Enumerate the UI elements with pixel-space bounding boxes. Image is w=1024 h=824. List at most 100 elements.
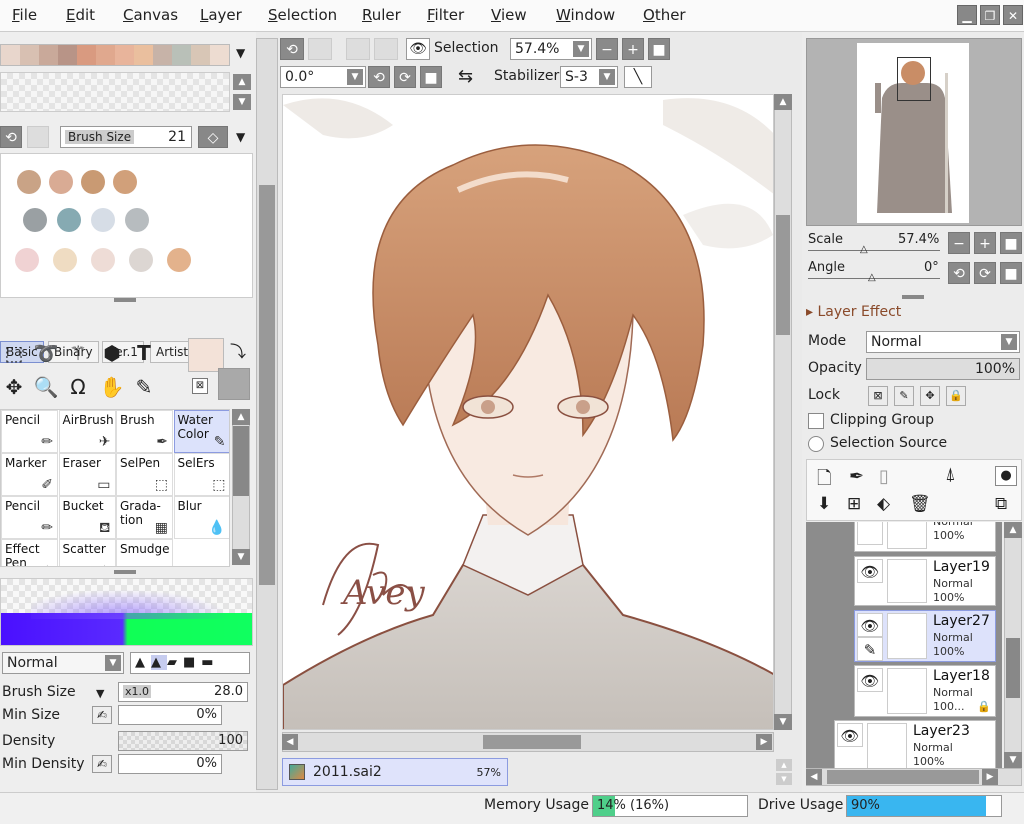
pressure-icon[interactable]: ✍ — [92, 755, 112, 773]
menu-other[interactable]: Other — [643, 6, 686, 24]
merge-down-icon[interactable]: ⊞ — [847, 494, 861, 514]
zoom-out-disabled-icon[interactable] — [374, 38, 398, 60]
restore-button[interactable]: ❐ — [980, 5, 1000, 25]
scale-slider[interactable] — [808, 250, 940, 251]
lock-all-icon[interactable]: 🔒 — [946, 386, 966, 406]
menu-selection[interactable]: Selection — [268, 6, 337, 24]
scroll-up-button[interactable]: ▲ — [774, 94, 792, 110]
brush-selpen[interactable]: SelPen ⬚ — [116, 453, 173, 496]
document-tab[interactable]: 2011.sai2 57% — [282, 758, 508, 786]
slider-thumb-icon[interactable]: △ — [868, 272, 876, 283]
nav-rotate-left-button[interactable]: ⟲ — [948, 262, 970, 284]
new-layer-icon[interactable]: 🗋 — [817, 466, 831, 496]
splitter-handle[interactable] — [114, 298, 136, 302]
soft-triangle-tip-icon[interactable]: ▲ — [151, 655, 167, 670]
palette-color[interactable] — [172, 45, 191, 65]
color-swatch[interactable] — [91, 248, 115, 272]
trash-icon[interactable]: 🗑 — [909, 494, 931, 514]
color-swatch[interactable] — [129, 248, 153, 272]
chevron-down-icon[interactable]: ▼ — [236, 130, 245, 144]
scroll-right-button[interactable]: ▶ — [756, 734, 772, 750]
scroll-left-button[interactable]: ◀ — [806, 769, 822, 785]
scroll-right-button[interactable]: ▶ — [982, 769, 998, 785]
layer-item[interactable]: 👁 Layer23 Normal 100% — [834, 720, 996, 768]
color-swatch[interactable] — [57, 208, 81, 232]
layer-item[interactable]: Normal100% — [854, 522, 996, 552]
magic-wand-icon[interactable]: ⚚ — [64, 339, 92, 367]
new-pen-layer-icon[interactable]: ✒ — [849, 466, 864, 487]
scroll-down-button[interactable]: ▼ — [233, 94, 251, 110]
brush-pencil2[interactable]: Pencil ✏ — [1, 496, 58, 539]
menu-canvas[interactable]: Canvas — [123, 6, 178, 24]
canvas-horizontal-scrollbar[interactable] — [282, 732, 774, 752]
brush-shape-selector[interactable]: ▲▲▰■▬ — [130, 652, 250, 674]
blend-mode-select[interactable]: Normal ▼ — [2, 652, 124, 674]
brush-size-slider[interactable]: x1.0 28.0 — [118, 682, 248, 702]
undo-icon[interactable]: ⟲ — [0, 126, 22, 148]
close-button[interactable]: ✕ — [1003, 5, 1023, 25]
square-tip-icon[interactable]: ■ — [183, 655, 201, 670]
brush-marker[interactable]: Marker ✐ — [1, 453, 58, 496]
density-slider[interactable]: 100 — [118, 731, 248, 751]
canvas-vertical-scrollbar[interactable] — [774, 94, 792, 730]
color-palette-strip[interactable] — [0, 44, 230, 66]
rotate-reset-button[interactable]: ■ — [420, 66, 442, 88]
color-swatch[interactable] — [49, 170, 73, 194]
brush-scatter[interactable]: Scatter ✦ — [58, 539, 116, 566]
layer-edit-pencil-icon[interactable]: ✎ — [857, 637, 883, 661]
chevron-down-icon[interactable]: ▼ — [236, 46, 245, 60]
hand-icon[interactable]: ✋ — [98, 373, 126, 401]
color-swatch[interactable] — [113, 170, 137, 194]
nav-zoom-out-button[interactable]: − — [948, 232, 970, 254]
brush-scrollbar[interactable] — [232, 409, 250, 565]
selection-source-radio[interactable] — [808, 436, 824, 452]
brush-effect-pen[interactable]: Effect Pen✧ — [1, 539, 58, 566]
minimize-button[interactable]: ▁ — [957, 5, 977, 25]
lock-transparency-icon[interactable]: ⊠ — [868, 386, 888, 406]
clear-layer-icon[interactable]: ⬖ — [877, 494, 890, 514]
transfer-down-icon[interactable]: ⬇ — [817, 494, 831, 514]
palette-color[interactable] — [115, 45, 134, 65]
menu-layer[interactable]: Layer — [200, 6, 242, 24]
layer-effects-icon[interactable]: ⍋ — [945, 464, 956, 485]
brush-airbrush[interactable]: AirBrush ✈ — [58, 410, 116, 453]
eye-icon[interactable]: 👁 — [406, 38, 430, 60]
swap-colors-icon[interactable]: ⤵ — [230, 338, 246, 362]
palette-color[interactable] — [134, 45, 153, 65]
flat-tip-icon[interactable]: ▬ — [201, 655, 219, 670]
palette-color[interactable] — [96, 45, 115, 65]
lock-move-icon[interactable]: ✥ — [920, 386, 940, 406]
splitter-handle[interactable] — [902, 295, 924, 299]
palette-color[interactable] — [1, 45, 20, 65]
redo-icon[interactable] — [308, 38, 332, 60]
rotate-right-button[interactable]: ⟳ — [394, 66, 416, 88]
zoom-icon[interactable]: 🔍 — [32, 373, 60, 401]
tab-scroll-down-button[interactable]: ▼ — [776, 773, 792, 785]
eraser-toggle-icon[interactable]: ◇ — [198, 126, 228, 148]
layer-visibility-eye-icon[interactable]: 👁 — [857, 668, 883, 692]
color-swatch[interactable] — [81, 170, 105, 194]
scroll-up-button[interactable]: ▲ — [233, 74, 251, 90]
layer-settings-icon[interactable]: ⧉ — [995, 494, 1007, 514]
menu-window[interactable]: Window — [556, 6, 615, 24]
palette-color[interactable] — [210, 45, 229, 65]
color-swatch[interactable] — [17, 170, 41, 194]
min-size-slider[interactable]: 0% — [118, 705, 222, 725]
pressure-icon[interactable]: ✍ — [92, 706, 112, 724]
line-tool-icon[interactable]: ╲ — [624, 66, 652, 88]
stabilizer-select[interactable]: S-3 ▼ — [560, 66, 618, 88]
zoom-in-button[interactable]: + — [622, 38, 644, 60]
flip-icon[interactable]: ⇆ — [458, 66, 473, 87]
scroll-down-button[interactable]: ▼ — [1004, 752, 1022, 768]
palette-color[interactable] — [58, 45, 77, 65]
layer-effect-toggle[interactable]: ▸ Layer Effect — [806, 304, 901, 320]
navigator-preview[interactable] — [806, 38, 1022, 226]
canvas-left-scrollbar[interactable] — [256, 38, 278, 790]
chevron-down-icon[interactable]: ▼ — [1001, 334, 1017, 350]
chevron-down-icon[interactable]: ▼ — [599, 69, 615, 85]
new-folder-icon[interactable]: ▯ — [879, 466, 889, 487]
palette-color[interactable] — [153, 45, 172, 65]
zoom-reset-button[interactable]: ■ — [648, 38, 670, 60]
artwork-canvas[interactable]: Avey — [282, 94, 774, 730]
menu-file[interactable]: File — [12, 6, 37, 24]
